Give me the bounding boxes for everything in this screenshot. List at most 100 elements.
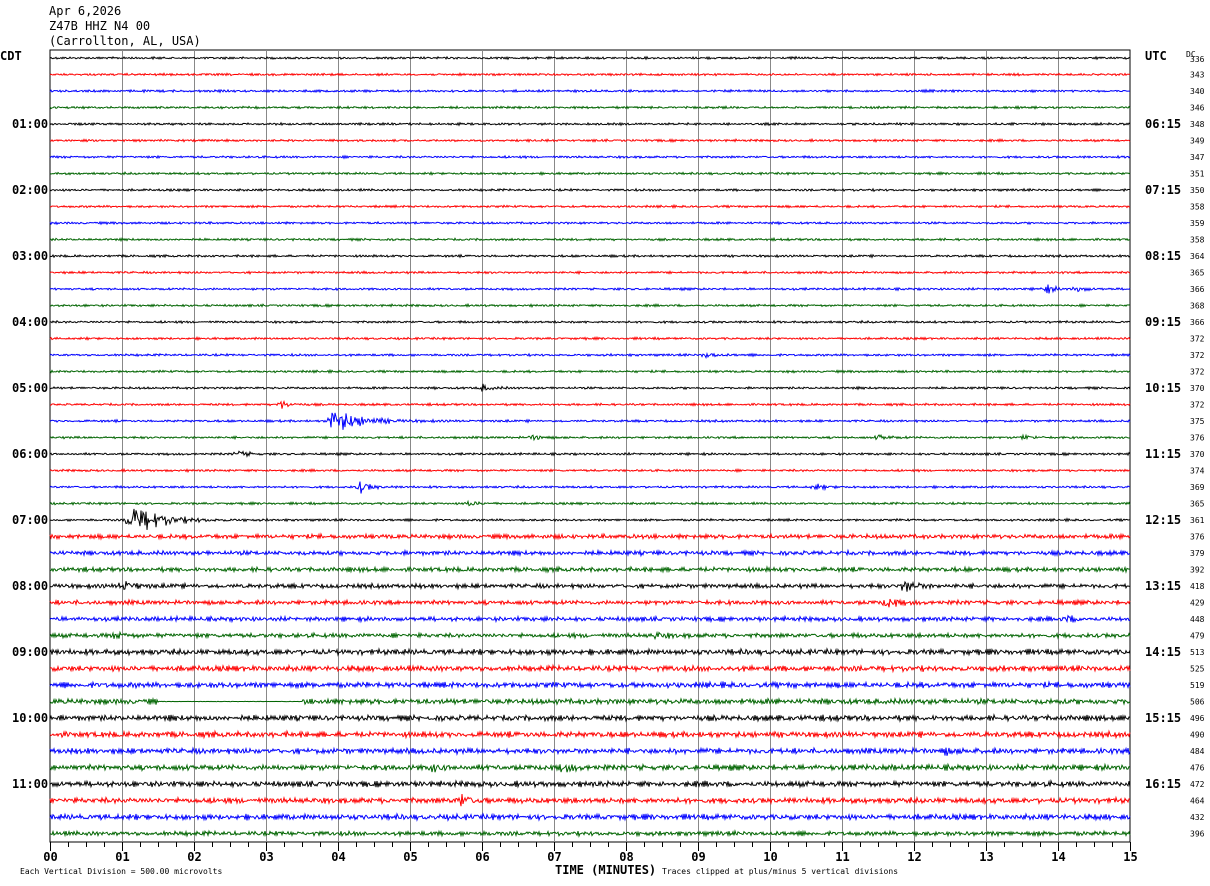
seismic-trace-17: [49, 335, 1131, 342]
x-tick-label: 14: [1051, 850, 1065, 864]
x-tick-label: 06: [475, 850, 489, 864]
seismic-trace-26: [49, 481, 1131, 494]
clip-note: Traces clipped at plus/minus 5 vertical …: [662, 867, 898, 876]
seismic-trace-28: [49, 508, 1131, 530]
utc-hour-label: 14:15: [1145, 645, 1181, 659]
seismic-trace-31: [49, 565, 1130, 574]
dc-offset-label: 369: [1190, 483, 1205, 492]
seismic-trace-21: [49, 400, 1131, 409]
utc-hour-label: 12:15: [1145, 513, 1181, 527]
dc-offset-label: 365: [1190, 500, 1205, 509]
dc-offset-label: 448: [1190, 615, 1205, 624]
dc-offset-label: 479: [1190, 632, 1205, 641]
seismic-trace-43: [49, 762, 1131, 773]
dc-offset-label: 374: [1190, 467, 1205, 476]
seismic-trace-12: [49, 253, 1131, 259]
dc-offset-label: 432: [1190, 813, 1205, 822]
cdt-axis-label: CDT: [0, 49, 22, 63]
seismic-trace-35: [49, 630, 1131, 641]
cdt-hour-label: 04:00: [12, 315, 48, 329]
seismic-trace-47: [49, 829, 1131, 838]
dc-offset-label: 513: [1190, 648, 1205, 657]
seismic-trace-18: [49, 352, 1131, 360]
dc-offset-label: 484: [1190, 747, 1205, 756]
dc-offset-label: 340: [1190, 87, 1205, 96]
dc-offset-label: 372: [1190, 368, 1205, 377]
dc-offset-label: 346: [1190, 104, 1205, 113]
seismic-trace-15: [49, 302, 1131, 309]
dc-offset-label: 364: [1190, 252, 1205, 261]
seismic-trace-29: [49, 532, 1131, 541]
dc-offset-label: 358: [1190, 203, 1205, 212]
scale-note: Each Vertical Division = 500.00 microvol…: [20, 867, 222, 876]
dc-offset-label: 375: [1190, 417, 1205, 426]
cdt-hour-label: 09:00: [12, 645, 48, 659]
dc-offset-label: 476: [1190, 764, 1205, 773]
seismic-trace-20: [49, 383, 1131, 392]
x-tick-label: 13: [979, 850, 993, 864]
dc-offset-label: 343: [1190, 71, 1205, 80]
dc-offset-label: 519: [1190, 681, 1205, 690]
seismic-trace-44: [49, 779, 1131, 789]
dc-offset-label: 506: [1190, 698, 1205, 707]
dc-offset-label: 379: [1190, 549, 1205, 558]
seismic-trace-5: [49, 137, 1131, 144]
cdt-hour-label: 07:00: [12, 513, 48, 527]
seismic-trace-27: [49, 499, 1131, 507]
dc-offset-label: 376: [1190, 434, 1205, 443]
seismic-trace-19: [49, 368, 1131, 374]
dc-offset-label: 429: [1190, 599, 1205, 608]
dc-offset-label: 368: [1190, 302, 1205, 311]
seismic-trace-33: [49, 598, 1131, 608]
dc-offset-label: 366: [1190, 318, 1205, 327]
cdt-hour-label: 03:00: [12, 249, 48, 263]
dc-offset-label: 365: [1190, 269, 1205, 278]
dc-offset-label: 370: [1190, 384, 1205, 393]
seismic-trace-8: [49, 187, 1130, 193]
cdt-hour-label: 11:00: [12, 777, 48, 791]
seismic-trace-42: [49, 746, 1131, 756]
x-tick-label: 12: [907, 850, 921, 864]
dc-offset-label: 347: [1190, 153, 1205, 162]
x-tick-label: 08: [619, 850, 633, 864]
seismic-trace-36: [49, 647, 1131, 657]
seismic-trace-14: [49, 284, 1131, 294]
seismic-trace-22: [49, 412, 1131, 430]
cdt-hour-label: 06:00: [12, 447, 48, 461]
utc-hour-label: 16:15: [1145, 777, 1181, 791]
dc-offset-label: 348: [1190, 120, 1205, 129]
dc-offset-label: 351: [1190, 170, 1205, 179]
utc-axis-label: UTC: [1145, 49, 1167, 63]
cdt-hour-label: 08:00: [12, 579, 48, 593]
seismic-trace-9: [50, 203, 1131, 209]
x-tick-label: 00: [43, 850, 57, 864]
seismic-trace-10: [49, 220, 1131, 226]
seismic-trace-25: [49, 467, 1131, 474]
dc-offset-label: 359: [1190, 219, 1205, 228]
seismic-trace-41: [49, 729, 1131, 740]
helicorder-plot: 00 01 02 03 04 05 06 07 08 09 10 11 12 13 14 15UTCCDT DC…: [0, 49, 1205, 877]
seismic-trace-37: [49, 663, 1131, 674]
utc-hour-label: 10:15: [1145, 381, 1181, 395]
seismic-trace-16: [49, 319, 1131, 325]
dc-offset-label: 350: [1190, 186, 1205, 195]
dc-offset-label: 376: [1190, 533, 1205, 542]
dc-offset-label: 372: [1190, 351, 1205, 360]
dc-offset-label: 358: [1190, 236, 1205, 245]
utc-hour-label: 07:15: [1145, 183, 1181, 197]
seismic-trace-6: [49, 154, 1131, 160]
seismic-trace-40: [49, 713, 1131, 723]
seismic-trace-39: [49, 696, 1131, 707]
x-tick-label: 05: [403, 850, 417, 864]
dc-offset-label: 496: [1190, 714, 1205, 723]
seismic-trace-13: [49, 270, 1131, 276]
seismic-trace-4: [49, 121, 1131, 127]
dc-offset-label: 525: [1190, 665, 1205, 674]
utc-hour-label: 08:15: [1145, 249, 1181, 263]
x-axis-title: TIME (MINUTES): [555, 863, 656, 877]
dc-offset-label: 336: [1190, 55, 1205, 64]
seismic-trace-3: [49, 105, 1131, 110]
dc-offset-label: 464: [1190, 797, 1205, 806]
utc-hour-label: 06:15: [1145, 117, 1181, 131]
dc-offset-label: 370: [1190, 450, 1205, 459]
